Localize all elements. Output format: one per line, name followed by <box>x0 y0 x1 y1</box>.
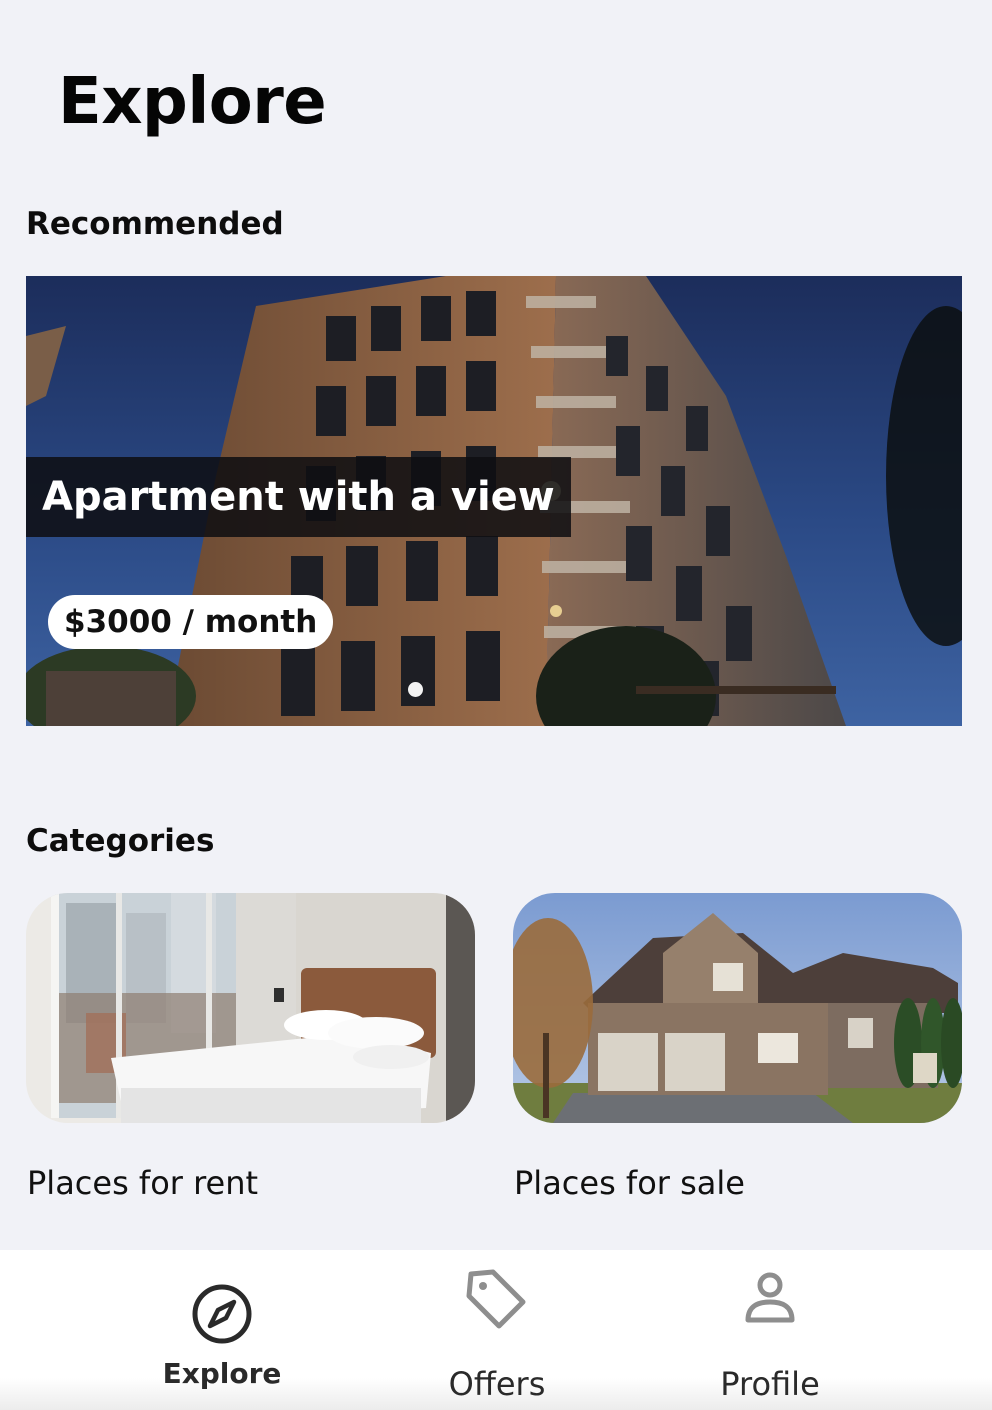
tab-offers[interactable]: Offers <box>377 1250 617 1410</box>
compass-icon <box>192 1284 252 1344</box>
categories-heading: Categories <box>26 823 215 859</box>
category-places-for-sale[interactable]: Places for sale <box>513 893 962 1202</box>
category-label: Places for rent <box>27 1164 259 1202</box>
page-title: Explore <box>58 65 327 139</box>
tab-label: Offers <box>448 1365 546 1403</box>
user-icon <box>745 1272 795 1323</box>
tab-explore[interactable]: Explore <box>102 1250 342 1410</box>
category-places-for-rent[interactable]: Places for rent <box>26 893 475 1202</box>
category-label: Places for sale <box>514 1164 745 1202</box>
tab-label: Profile <box>720 1365 820 1403</box>
tab-profile[interactable]: Profile <box>650 1250 890 1410</box>
bottom-tab-bar: Explore Offers Profile <box>0 1250 992 1410</box>
recommended-listing-card[interactable]: Apartment with a view $3000 / month <box>26 276 962 726</box>
tag-icon <box>466 1269 526 1329</box>
carousel-dot[interactable] <box>408 682 423 697</box>
house-photo <box>513 893 962 1123</box>
recommended-heading: Recommended <box>26 206 284 242</box>
carousel-indicator[interactable] <box>408 682 423 697</box>
listing-title: Apartment with a view <box>26 457 571 537</box>
tab-label: Explore <box>162 1357 282 1390</box>
bedroom-photo <box>26 893 475 1123</box>
listing-price-badge: $3000 / month <box>48 595 334 649</box>
